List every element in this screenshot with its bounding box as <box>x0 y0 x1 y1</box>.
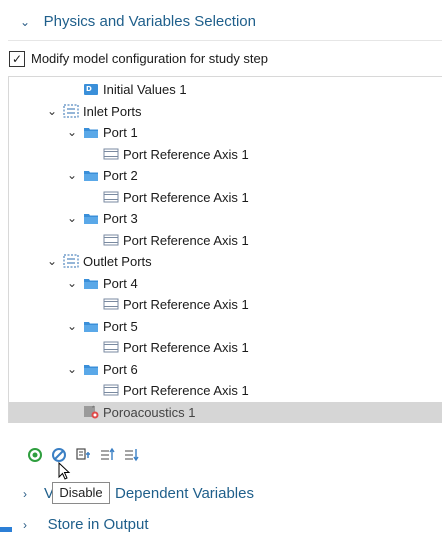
section-title: Physics and Variables Selection <box>43 13 256 30</box>
tree-row-label: Initial Values 1 <box>103 82 187 97</box>
ports-group-icon <box>63 254 79 268</box>
expand-toggle-icon[interactable]: ⌄ <box>65 208 79 229</box>
port-icon <box>83 362 99 376</box>
poroacoustics-disabled-icon: * <box>83 405 99 419</box>
tree-row-label: Port 6 <box>103 361 138 377</box>
modify-model-config-checkbox[interactable]: ✓ <box>9 51 25 67</box>
expand-toggle-icon[interactable]: ⌄ <box>65 316 79 337</box>
tree-row[interactable]: ⌄ Port 5 <box>9 316 442 337</box>
tree-row-label: Outlet Ports <box>83 254 152 269</box>
tree-row-label: Poroacoustics 1 <box>103 404 196 420</box>
chevron-down-icon[interactable]: ⌄ <box>18 10 32 34</box>
override-icon[interactable] <box>74 446 92 464</box>
expand-toggle-icon[interactable]: ⌄ <box>65 122 79 143</box>
tree-row[interactable]: ⌄ Outlet Ports <box>9 251 442 272</box>
reference-axis-icon <box>103 233 119 247</box>
tree-row[interactable]: ⌄ Port 2 <box>9 165 442 186</box>
tree-row-label: Port Reference Axis 1 <box>123 383 249 398</box>
expand-toggle-icon[interactable]: ⌄ <box>65 273 79 294</box>
tree-row-label: Port Reference Axis 1 <box>123 232 249 248</box>
reference-axis-icon <box>103 190 119 204</box>
disable-tooltip: Disable <box>52 482 110 504</box>
tree-row-label: Port 1 <box>103 125 138 140</box>
physics-tree[interactable]: D Initial Values 1 ⌄ Inlet Ports ⌄ Port 1 Port… <box>8 76 442 423</box>
initial-values-icon: D <box>83 82 99 96</box>
physics-variables-section-header[interactable]: ⌄ Physics and Variables Selection <box>18 10 256 34</box>
tree-row[interactable]: Port Reference Axis 1 <box>9 230 442 251</box>
section-title-suffix: Dependent Variables <box>115 485 254 502</box>
expand-toggle-icon[interactable]: ⌄ <box>45 101 59 122</box>
tree-toolbar <box>26 446 226 466</box>
tree-row-label: Port 2 <box>103 168 138 183</box>
port-icon <box>83 125 99 139</box>
enable-icon[interactable] <box>26 446 44 464</box>
expand-toggle-icon[interactable]: ⌄ <box>65 359 79 380</box>
reference-axis-icon <box>103 383 119 397</box>
tree-row[interactable]: Port Reference Axis 1 <box>9 294 442 315</box>
tree-row-label: Inlet Ports <box>83 103 142 119</box>
tree-row[interactable]: D Initial Values 1 <box>9 79 442 100</box>
tree-row-label: Port 4 <box>103 275 138 291</box>
modify-model-config-label: Modify model configuration for study ste… <box>31 51 269 66</box>
tree-row[interactable]: ⌄ Port 1 <box>9 122 442 143</box>
port-icon <box>83 276 99 290</box>
tree-row[interactable]: Port Reference Axis 1 <box>9 337 442 358</box>
store-in-output-section-header[interactable]: › Store in Output <box>18 514 149 536</box>
mouse-cursor-icon <box>58 462 71 480</box>
values-dependent-variables-section-header[interactable]: › V Dependent Variables <box>18 483 254 505</box>
tree-row[interactable]: ⌄ Port 3 <box>9 208 442 229</box>
tree-row[interactable]: Port Reference Axis 1 <box>9 380 442 401</box>
tree-row-label: Port 5 <box>103 318 138 334</box>
ports-group-icon <box>63 104 79 118</box>
chevron-right-icon[interactable]: › <box>18 514 32 536</box>
move-up-icon[interactable] <box>98 446 116 464</box>
tree-row-label: Port 3 <box>103 211 138 226</box>
reference-axis-icon <box>103 297 119 311</box>
tree-row[interactable]: ⌄ Port 6 <box>9 359 442 380</box>
tree-row[interactable]: ⌄ Inlet Ports <box>9 101 442 122</box>
taskbar-edge <box>0 527 12 532</box>
move-down-icon[interactable] <box>122 446 140 464</box>
port-icon <box>83 168 99 182</box>
tree-row-label: Port Reference Axis 1 <box>123 340 249 355</box>
tree-row[interactable]: Port Reference Axis 1 <box>9 144 442 165</box>
expand-toggle-icon[interactable]: ⌄ <box>45 251 59 272</box>
reference-axis-icon <box>103 147 119 161</box>
expand-toggle-icon[interactable]: ⌄ <box>65 165 79 186</box>
tree-row-label: Port Reference Axis 1 <box>123 297 249 312</box>
tree-row[interactable]: ⌄ Port 4 <box>9 273 442 294</box>
tree-row[interactable]: Port Reference Axis 1 <box>9 187 442 208</box>
port-icon <box>83 319 99 333</box>
svg-text:D: D <box>86 85 92 93</box>
reference-axis-icon <box>103 340 119 354</box>
tree-row-label: Port Reference Axis 1 <box>123 189 249 205</box>
port-icon <box>83 211 99 225</box>
section-title: Store in Output <box>47 516 149 533</box>
chevron-right-icon[interactable]: › <box>18 483 32 505</box>
section-divider <box>8 40 442 41</box>
tree-row[interactable]: * Poroacoustics 1 <box>9 401 442 423</box>
tree-row-label: Port Reference Axis 1 <box>123 146 249 162</box>
